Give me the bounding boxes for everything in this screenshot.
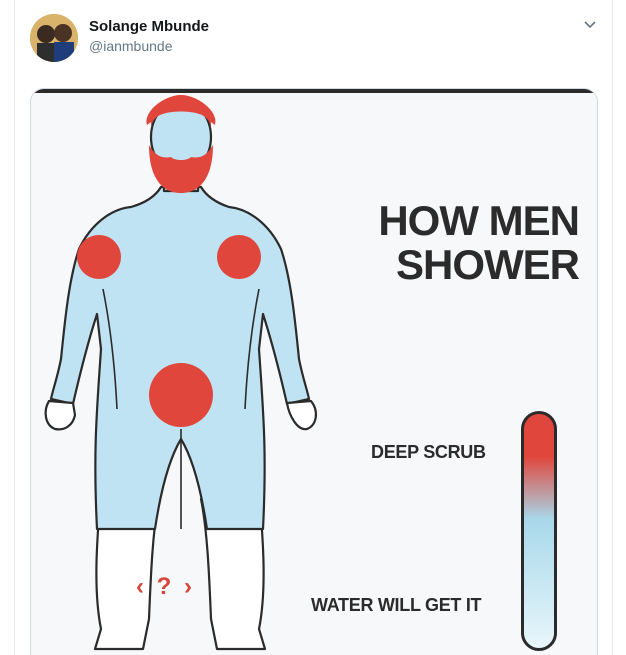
image-title: HOW MEN SHOWER [279, 197, 580, 288]
divider [612, 0, 613, 655]
tweet-card: Solange Mbunde @ianmbunde HOW MEN SHOWER… [0, 0, 626, 655]
chevron-down-icon[interactable] [580, 14, 600, 34]
avatar-image [30, 14, 78, 62]
display-name[interactable]: Solange Mbunde [89, 18, 209, 35]
scrub-scale-bar [521, 411, 557, 651]
shower-illustration [31, 89, 597, 655]
question-marker: ‹ ? › [136, 573, 195, 600]
water-label: WATER WILL GET IT [311, 595, 482, 615]
user-handle[interactable]: @ianmbunde [89, 38, 173, 54]
title-line: HOW MEN [378, 197, 580, 244]
divider [14, 0, 15, 655]
tweet-image[interactable]: HOW MEN SHOWER DEEP SCRUB WATER WILL GET… [30, 88, 598, 655]
deep-scrub-label: DEEP SCRUB [371, 442, 486, 462]
title-line: SHOWER [396, 241, 580, 288]
avatar[interactable] [30, 14, 78, 62]
